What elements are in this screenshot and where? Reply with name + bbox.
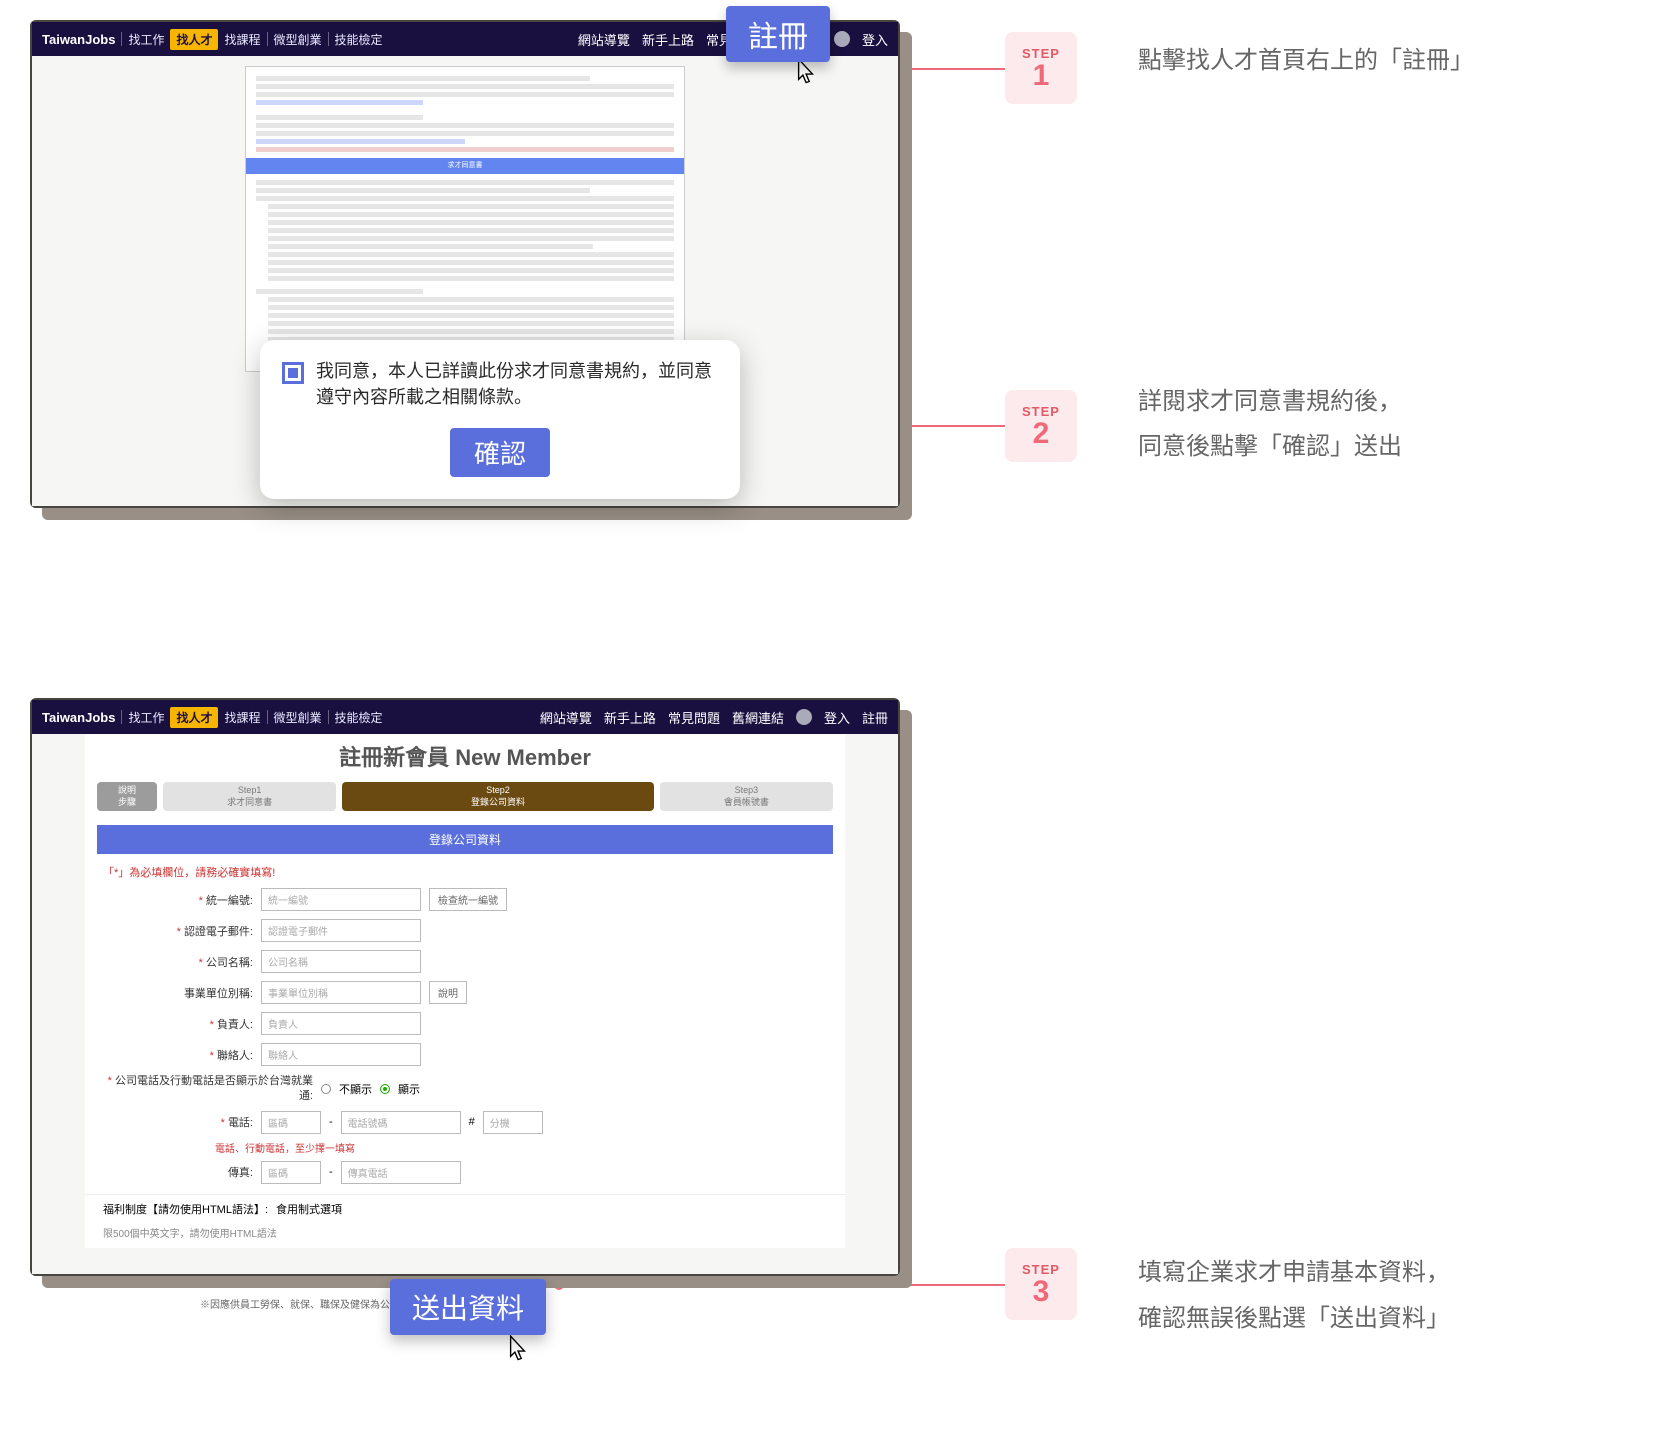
welfare-template-button[interactable]: 食用制式選項 <box>276 1201 342 1217</box>
nav-login[interactable]: 登入 <box>862 30 888 49</box>
required-note: 「*」為必填欄位，請務必確實填寫! <box>85 854 845 884</box>
user-icon <box>834 31 850 47</box>
step-badge-3: STEP 3 <box>1005 1248 1077 1320</box>
browser-frame-2: TaiwanJobs 找工作 找人才 找課程 微型創業 技能檢定 網站導覽 新手… <box>30 698 900 1276</box>
label-owner: 負責人: <box>217 1019 253 1031</box>
cursor-icon <box>500 1333 534 1367</box>
brand: TaiwanJobs <box>42 710 115 725</box>
label-show-phone: 公司電話及行動電話是否顯示於台灣就業通: <box>115 1075 313 1101</box>
nav-micro[interactable]: 微型創業 <box>274 709 322 726</box>
wizard-steps: 說明步驟 Step1求才同意書 Step2登錄公司資料 Step3會員帳號書 <box>85 778 845 815</box>
nav-find-talent[interactable]: 找人才 <box>170 29 218 50</box>
register-button[interactable]: 註冊 <box>726 6 830 62</box>
step1-desc: 點擊找人才首頁右上的「註冊」 <box>1138 38 1635 84</box>
input-area[interactable]: 區碼 <box>261 1111 321 1134</box>
confirm-button[interactable]: 確認 <box>450 428 550 477</box>
nav-find-job[interactable]: 找工作 <box>128 709 164 726</box>
radio-show[interactable] <box>380 1084 390 1094</box>
nav-skill[interactable]: 技能檢定 <box>335 709 383 726</box>
step2-desc: 詳閱求才同意書規約後， 同意後點擊「確認」送出 <box>1138 379 1635 470</box>
submit-button[interactable]: 送出資料 <box>390 1279 546 1335</box>
nav-sitemap[interactable]: 網站導覽 <box>578 30 630 49</box>
welfare-note: 限500個中英文字，請勿使用HTML語法 <box>85 1223 845 1248</box>
check-unified-no-button[interactable]: 檢查統一編號 <box>429 888 507 911</box>
label-welfare: 福利制度【請勿使用HTML語法】: <box>103 1201 268 1217</box>
input-owner[interactable]: 負責人 <box>261 1012 421 1035</box>
wizard-step3[interactable]: Step3會員帳號書 <box>660 782 833 811</box>
label-company-name: 公司名稱: <box>206 957 253 969</box>
input-unit-alias[interactable]: 事業單位別稱 <box>261 981 421 1004</box>
wizard-intro: 說明步驟 <box>97 782 157 811</box>
user-icon <box>796 709 812 725</box>
input-tel[interactable]: 電話號碼 <box>341 1111 461 1134</box>
agree-text: 我同意，本人已詳讀此份求才同意書規約，並同意遵守內容所載之相關條款。 <box>316 358 718 410</box>
nav-newbie[interactable]: 新手上路 <box>604 708 656 727</box>
nav-sitemap[interactable]: 網站導覽 <box>540 708 592 727</box>
wizard-step1[interactable]: Step1求才同意書 <box>163 782 336 811</box>
brand: TaiwanJobs <box>42 32 115 47</box>
titlebar: TaiwanJobs 找工作 找人才 找課程 微型創業 技能檢定 網站導覽 新手… <box>32 700 898 734</box>
terms-banner: 求才同意書 <box>246 158 684 174</box>
nav-newbie[interactable]: 新手上路 <box>642 30 694 49</box>
agree-checkbox[interactable] <box>282 362 304 384</box>
label-contact: 聯絡人: <box>217 1050 253 1062</box>
step-badge-2: STEP 2 <box>1005 390 1077 462</box>
step-badge-1: STEP 1 <box>1005 32 1077 104</box>
nav-skill[interactable]: 技能檢定 <box>335 31 383 48</box>
nav-find-course[interactable]: 找課程 <box>224 31 260 48</box>
radio-hide[interactable] <box>321 1084 331 1094</box>
nav-find-talent[interactable]: 找人才 <box>170 707 218 728</box>
section-banner: 登錄公司資料 <box>97 825 833 854</box>
nav-find-course[interactable]: 找課程 <box>224 709 260 726</box>
input-company-name[interactable]: 公司名稱 <box>261 950 421 973</box>
nav-faq[interactable]: 常見問題 <box>668 708 720 727</box>
label-unit-alias: 事業單位別稱: <box>184 988 253 1000</box>
form-title: 註冊新會員 New Member <box>85 734 845 778</box>
input-unified-no[interactable]: 統一編號 <box>261 888 421 911</box>
label-email: 認證電子郵件: <box>184 926 253 938</box>
wizard-step2[interactable]: Step2登錄公司資料 <box>342 782 654 811</box>
nav-micro[interactable]: 微型創業 <box>274 31 322 48</box>
nav-oldsite[interactable]: 舊網連結 <box>732 708 784 727</box>
terms-document: 求才同意書 <box>245 66 685 372</box>
label-tel: 電話: <box>228 1117 253 1129</box>
input-fax[interactable]: 傳真電話 <box>341 1161 461 1184</box>
agree-popup: 我同意，本人已詳讀此份求才同意書規約，並同意遵守內容所載之相關條款。 確認 <box>260 340 740 499</box>
input-email[interactable]: 認證電子郵件 <box>261 919 421 942</box>
input-fax-area[interactable]: 區碼 <box>261 1161 321 1184</box>
tel-warning: 電話、行動電話，至少擇一填寫 <box>85 1138 845 1157</box>
nav-login[interactable]: 登入 <box>824 708 850 727</box>
nav-find-job[interactable]: 找工作 <box>128 31 164 48</box>
nav-register[interactable]: 註冊 <box>862 708 888 727</box>
connector-line-3 <box>560 1284 1005 1286</box>
label-fax: 傳真: <box>228 1167 253 1179</box>
input-ext[interactable]: 分機 <box>483 1111 543 1134</box>
unit-info-button[interactable]: 說明 <box>429 981 467 1004</box>
label-unified-no: 統一編號: <box>206 895 253 907</box>
step3-desc: 填寫企業求才申請基本資料， 確認無誤後點選「送出資料」 <box>1138 1250 1635 1341</box>
input-contact[interactable]: 聯絡人 <box>261 1043 421 1066</box>
